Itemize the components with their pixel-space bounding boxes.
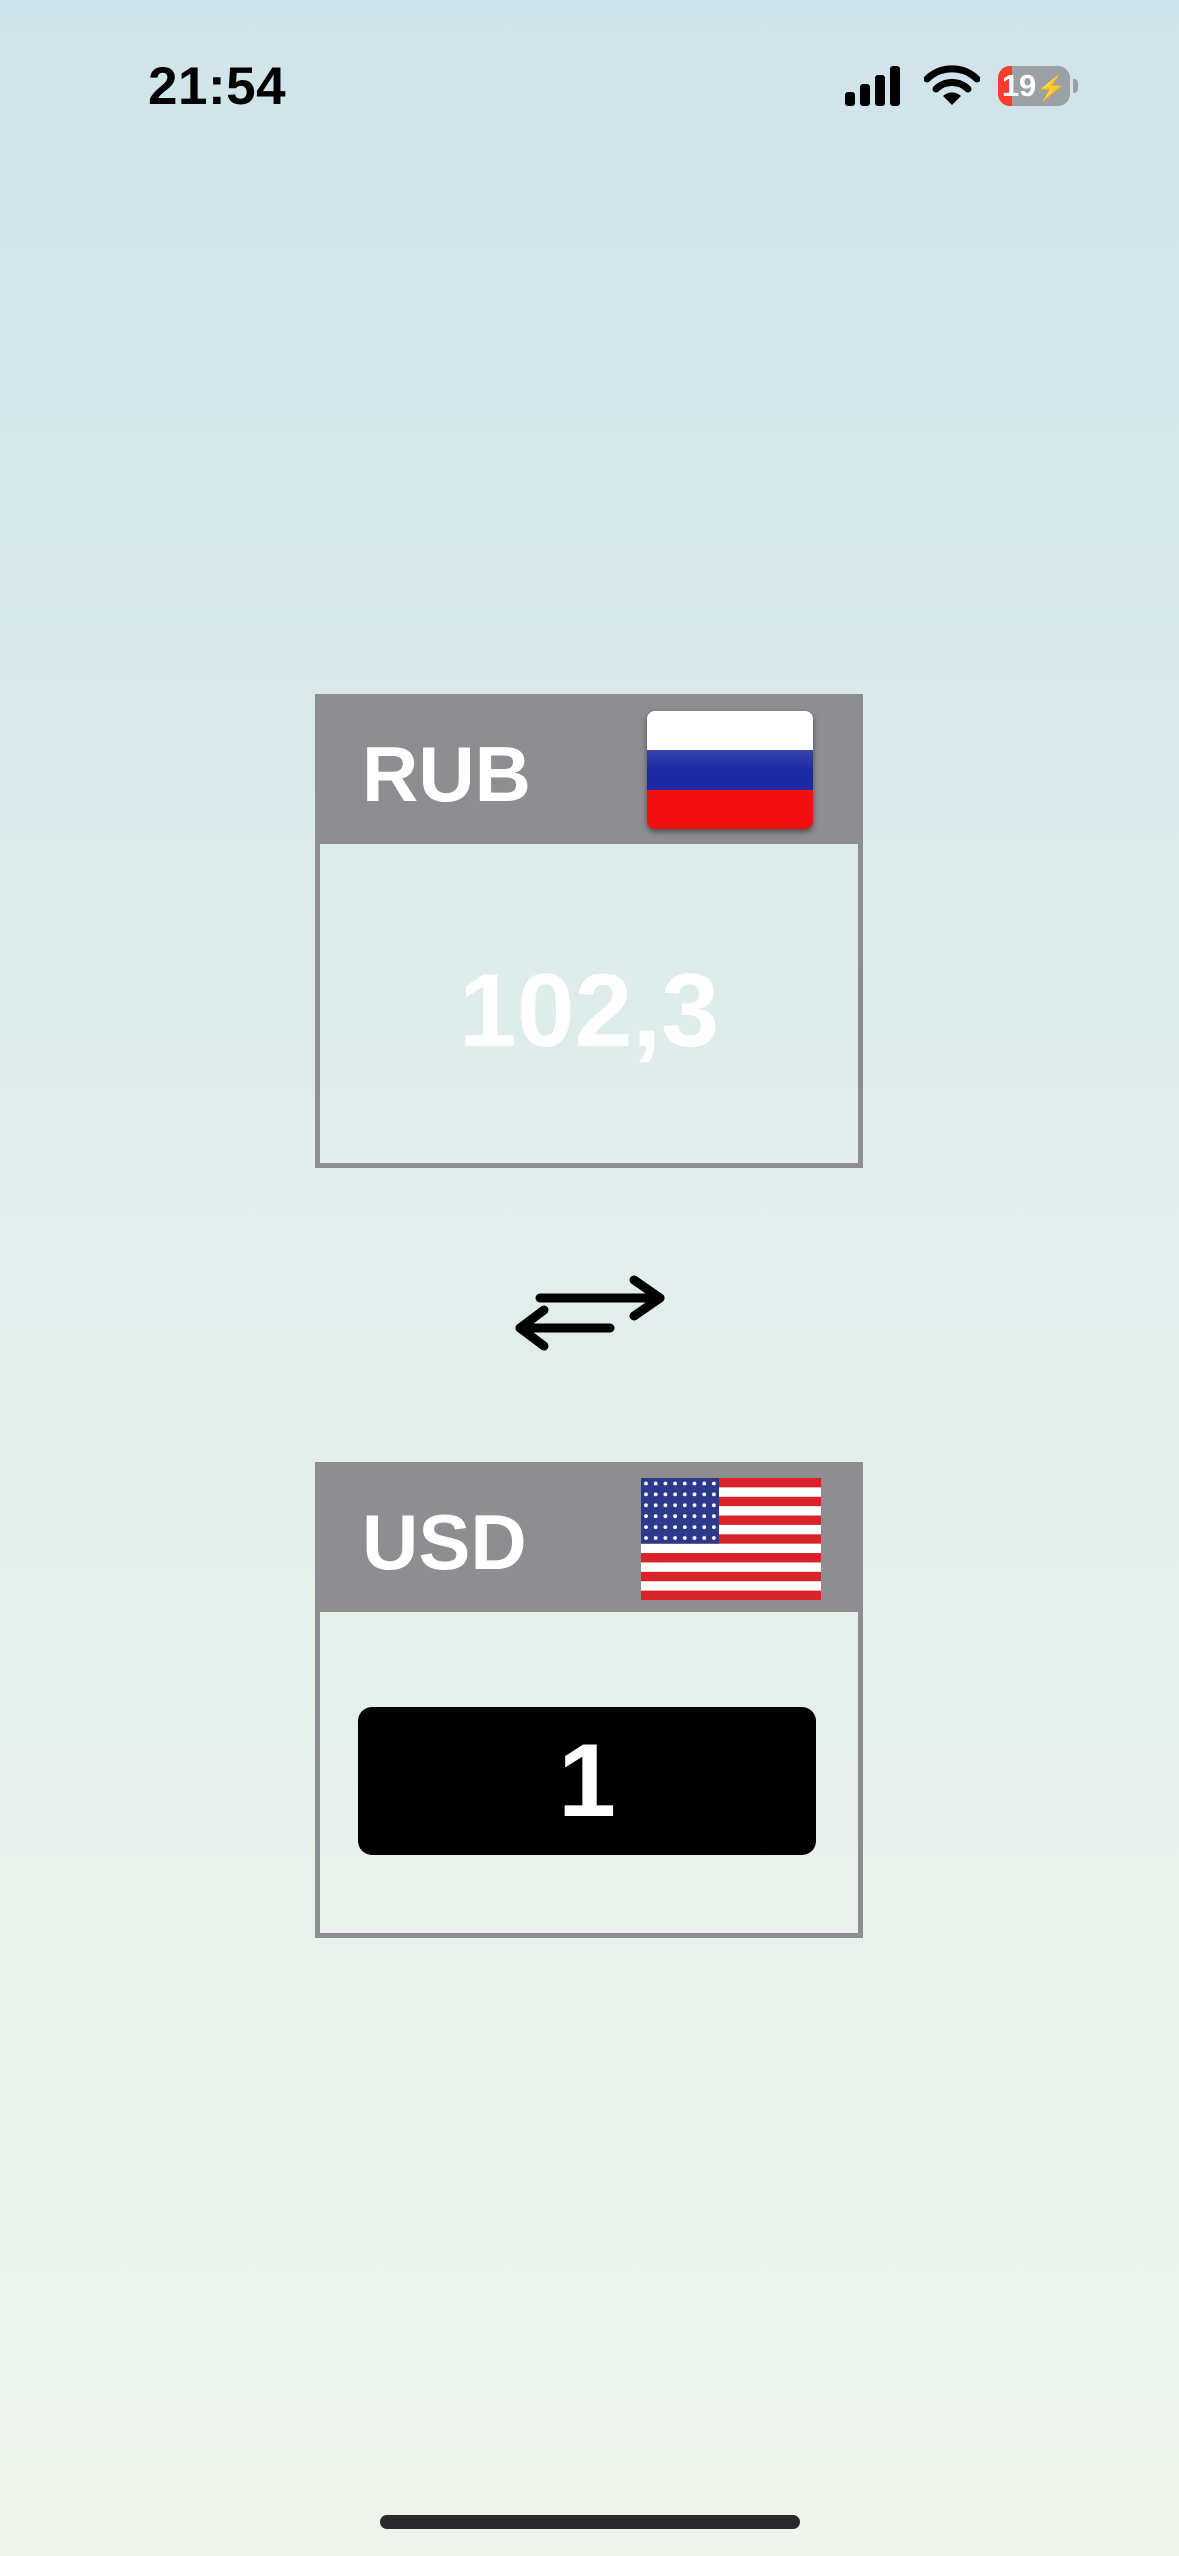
status-time: 21:54 — [148, 57, 287, 116]
source-currency-code: RUB — [362, 730, 531, 818]
battery-indicator: 19⚡ — [998, 66, 1078, 106]
battery-level: 19 — [1001, 68, 1037, 103]
swap-arrows-icon[interactable] — [510, 1268, 670, 1358]
flag-usa-icon[interactable] — [641, 1478, 821, 1600]
home-indicator[interactable] — [380, 2515, 800, 2529]
charging-bolt-icon: ⚡ — [1036, 75, 1067, 102]
target-currency-code: USD — [362, 1498, 527, 1586]
flag-russia-icon[interactable] — [647, 711, 813, 829]
target-currency-header[interactable]: USD — [320, 1467, 858, 1612]
amount-input[interactable]: 1 — [358, 1707, 816, 1855]
source-currency-header[interactable]: RUB — [320, 699, 858, 844]
target-currency-card[interactable]: USD 1 — [315, 1462, 863, 1938]
wifi-icon — [924, 65, 980, 105]
cellular-signal-icon — [845, 66, 900, 106]
converted-value: 102,3 — [458, 953, 720, 1069]
target-currency-body: 1 — [320, 1612, 858, 1933]
source-currency-card[interactable]: RUB 102,3 — [315, 694, 863, 1168]
source-currency-body: 102,3 — [320, 844, 858, 1163]
